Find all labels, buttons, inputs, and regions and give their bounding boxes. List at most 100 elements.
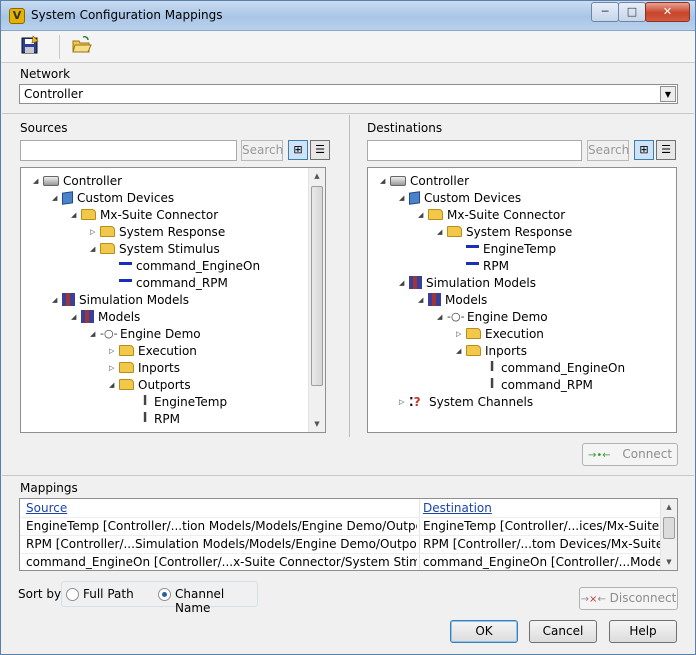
collapse-icon[interactable]: ◢ [33, 173, 43, 190]
tree-node-label: Outports [138, 378, 191, 392]
collapse-icon[interactable]: ◢ [90, 241, 100, 258]
scroll-up-icon[interactable]: ▲ [661, 499, 677, 515]
collapse-icon[interactable]: ◢ [418, 207, 428, 224]
tree-node-label: EngineTemp [483, 242, 557, 256]
collapse-icon[interactable]: ◢ [71, 309, 81, 326]
folder-icon [428, 209, 443, 220]
tree-node[interactable]: ◢ Custom Devices [52, 190, 174, 207]
radio-channel-name[interactable] [158, 588, 171, 601]
connect-button[interactable]: →•← Connect [582, 443, 678, 466]
tree-node[interactable]: ◢ Inports [456, 343, 527, 360]
destinations-search-button[interactable]: Search [587, 140, 629, 161]
folder-icon [447, 226, 462, 237]
tree-node[interactable]: ◢ Simulation Models [399, 275, 536, 292]
close-button[interactable]: ✕ [645, 2, 690, 22]
tree-node[interactable]: ◢ Outports [109, 377, 191, 394]
collapse-icon[interactable]: ◢ [71, 207, 81, 224]
tree-node[interactable]: Icommand_EngineOn [475, 360, 626, 377]
sources-tree-view-button[interactable]: ⊞ [288, 140, 308, 160]
radio-full-path[interactable] [66, 588, 79, 601]
sources-search-input[interactable] [20, 140, 237, 161]
tree-node[interactable]: ◢ System Response [437, 224, 572, 241]
sources-tree-scrollbar[interactable]: ▲ ▼ [308, 168, 325, 432]
sources-tree[interactable]: ▲ ▼ ◢ Controller ◢ Custom Devices ◢ Mx-Suite … [20, 167, 326, 433]
tree-node[interactable]: ◢ Custom Devices [399, 190, 521, 207]
scroll-down-icon[interactable]: ▼ [309, 416, 325, 432]
collapse-icon[interactable]: ◢ [90, 326, 100, 343]
sort-channel-name-label[interactable]: Channel Name [175, 587, 257, 615]
books-icon [81, 310, 94, 323]
tree-node[interactable]: ◢ Controller [380, 173, 469, 190]
tree-node[interactable]: ◢ Mx-Suite Connector [71, 207, 218, 224]
tree-node[interactable]: ▷ ⁚? System Channels [399, 394, 533, 411]
tree-node[interactable]: ▷ Execution [109, 343, 197, 360]
tree-node[interactable]: ▷ Execution [456, 326, 544, 343]
tree-node[interactable]: ◢ System Stimulus [90, 241, 220, 258]
expand-icon[interactable]: ▷ [109, 343, 119, 360]
collapse-icon[interactable]: ◢ [399, 275, 409, 292]
network-dropdown[interactable]: Controller ▼ [19, 84, 678, 104]
collapse-icon[interactable]: ◢ [437, 309, 447, 326]
collapse-icon[interactable]: ◢ [399, 190, 409, 207]
sort-full-path-label[interactable]: Full Path [83, 587, 134, 601]
save-button[interactable] [19, 34, 45, 58]
channel-icon [119, 262, 132, 265]
tree-node[interactable]: ▷ System Response [90, 224, 225, 241]
collapse-icon[interactable]: ◢ [52, 190, 62, 207]
collapse-icon[interactable]: ◢ [52, 292, 62, 309]
destination-column-header[interactable]: Destination [423, 499, 661, 517]
tree-node-label: Simulation Models [79, 293, 190, 307]
collapse-icon[interactable]: ◢ [418, 292, 428, 309]
tree-node[interactable]: ◢ Simulation Models [52, 292, 189, 309]
expand-icon[interactable]: ▷ [109, 360, 119, 377]
tree-node-label: Mx-Suite Connector [100, 208, 219, 222]
source-column-header[interactable]: Source [26, 499, 411, 517]
destinations-tree-view-button[interactable]: ⊞ [634, 140, 654, 160]
tree-node[interactable]: ◢ Controller [33, 173, 122, 190]
scroll-up-icon[interactable]: ▲ [309, 168, 325, 184]
cancel-button[interactable]: Cancel [529, 620, 597, 643]
collapse-icon[interactable]: ◢ [109, 377, 119, 394]
tree-node[interactable]: ◢ Models [71, 309, 140, 326]
panel-splitter[interactable] [349, 115, 350, 437]
maximize-button[interactable]: □ [618, 2, 646, 22]
collapse-icon[interactable]: ◢ [456, 343, 466, 360]
scrollbar-thumb[interactable] [311, 186, 323, 386]
window-title: System Configuration Mappings [31, 8, 223, 22]
expand-icon[interactable]: ▷ [90, 224, 100, 241]
scrollbar-thumb[interactable] [663, 517, 675, 539]
tree-node[interactable]: ◢ Models [418, 292, 487, 309]
system-configuration-mappings-window: V System Configuration Mappings ─ □ ✕ Ne… [0, 0, 696, 655]
chevron-down-icon[interactable]: ▼ [660, 86, 676, 102]
tree-node[interactable]: command_RPM [109, 275, 228, 292]
destinations-search-input[interactable] [367, 140, 582, 161]
title-bar[interactable]: V System Configuration Mappings ─ □ ✕ [1, 1, 695, 31]
open-button[interactable] [71, 34, 97, 58]
mappings-table[interactable]: Source Destination EngineTemp [Controlle… [19, 498, 678, 571]
ok-button[interactable]: OK [450, 620, 518, 643]
tree-node[interactable]: ▷ Inports [109, 360, 180, 377]
tree-node[interactable]: command_EngineOn [109, 258, 260, 275]
tree-node[interactable]: ◢ -○- Engine Demo [437, 309, 548, 326]
mappings-scrollbar[interactable]: ▲ ▼ [660, 499, 677, 570]
destinations-tree[interactable]: ◢ Controller ◢ Custom Devices ◢ Mx-Suite Conn… [367, 167, 677, 433]
help-button[interactable]: Help [609, 620, 677, 643]
minimize-button[interactable]: ─ [591, 2, 619, 22]
tree-node[interactable]: ◢ -○- Engine Demo [90, 326, 201, 343]
scroll-down-icon[interactable]: ▼ [661, 554, 677, 570]
collapse-icon[interactable]: ◢ [437, 224, 447, 241]
destinations-list-view-button[interactable]: ☰ [656, 140, 676, 160]
disconnect-button[interactable]: →×← Disconnect [579, 587, 678, 610]
tree-node[interactable]: RPM [456, 258, 509, 275]
tree-node[interactable]: Icommand_RPM [475, 377, 593, 394]
tree-node[interactable]: I EngineTemp [128, 394, 228, 411]
sources-search-button[interactable]: Search [241, 140, 283, 161]
expand-icon[interactable]: ▷ [456, 326, 466, 343]
mappings-label: Mappings [20, 481, 78, 495]
sources-list-view-button[interactable]: ☰ [310, 140, 330, 160]
collapse-icon[interactable]: ◢ [380, 173, 390, 190]
expand-icon[interactable]: ▷ [399, 394, 409, 411]
tree-node[interactable]: ◢ Mx-Suite Connector [418, 207, 565, 224]
tree-node[interactable]: EngineTemp [456, 241, 556, 258]
tree-node[interactable]: I RPM [128, 411, 180, 428]
